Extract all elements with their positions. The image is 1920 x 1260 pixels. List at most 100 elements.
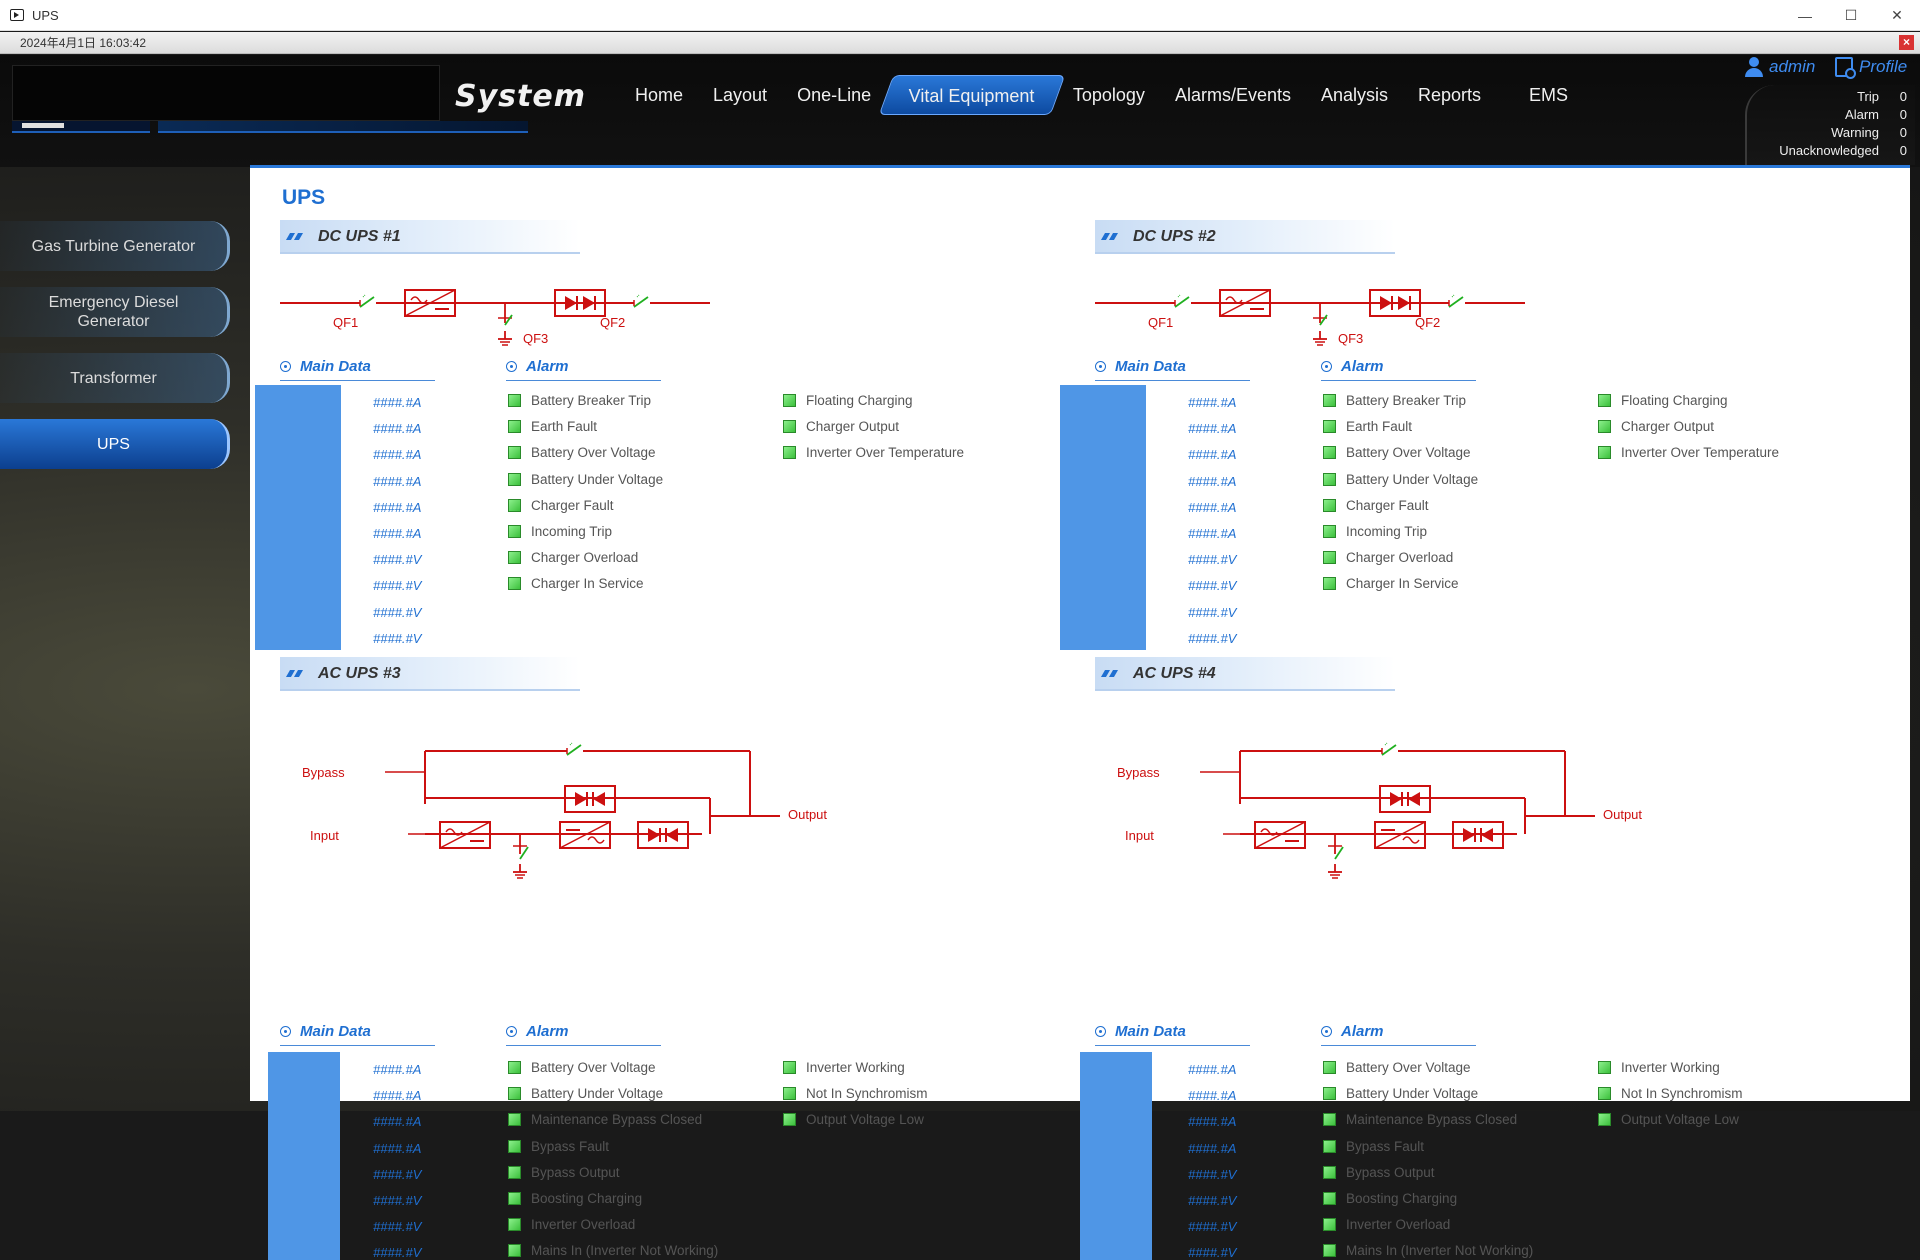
section-marker-icon xyxy=(1103,670,1117,677)
alarm-item: Battery Over Voltage xyxy=(1323,1060,1471,1075)
sidebar-item-gas-turbine-generator[interactable]: Gas Turbine Generator xyxy=(0,221,230,271)
logo-underline xyxy=(12,121,150,133)
status-led-icon xyxy=(1598,394,1611,407)
main-data-value: ####.#A xyxy=(1188,1114,1236,1129)
alarm-label: Inverter Overload xyxy=(1346,1217,1450,1232)
status-led-icon xyxy=(1323,1166,1336,1179)
status-led-icon xyxy=(508,420,521,433)
alarm-label: Inverter Working xyxy=(1621,1060,1720,1075)
dc-ups-single-line-diagram xyxy=(1095,263,1535,353)
ac-ups-single-line-diagram xyxy=(280,694,840,884)
nav-analysis[interactable]: Analysis xyxy=(1306,75,1403,115)
main-data-value: ####.#A xyxy=(373,1141,421,1156)
alarm-label: Charger In Service xyxy=(531,576,644,591)
radio-dot-icon xyxy=(1095,361,1106,372)
app-close-icon[interactable]: × xyxy=(1899,35,1914,50)
maximize-button[interactable]: ☐ xyxy=(1828,0,1874,31)
nav-vital-equipment[interactable]: Vital Equipment xyxy=(879,75,1065,115)
status-led-icon xyxy=(1323,1061,1336,1074)
status-label: Warning xyxy=(1831,125,1879,140)
alarm-label: Earth Fault xyxy=(1346,419,1412,434)
status-led-icon xyxy=(783,1061,796,1074)
section-marker-icon xyxy=(288,670,302,677)
radio-dot-icon xyxy=(280,1026,291,1037)
status-led-icon xyxy=(1323,1140,1336,1153)
minimize-button[interactable]: — xyxy=(1782,0,1828,31)
alarm-item: Battery Under Voltage xyxy=(508,1086,663,1101)
alarm-item: Battery Under Voltage xyxy=(508,472,663,487)
alarm-item: Output Voltage Low xyxy=(783,1112,924,1127)
alarm-label: Not In Synchromism xyxy=(806,1086,928,1101)
nav-alarms-events[interactable]: Alarms/Events xyxy=(1160,75,1306,115)
status-led-icon xyxy=(1323,446,1336,459)
status-led-icon xyxy=(1323,1192,1336,1205)
alarm-label: Charger Overload xyxy=(1346,550,1453,565)
alarm-label: Bypass Output xyxy=(531,1165,620,1180)
alarm-item: Boosting Charging xyxy=(508,1191,642,1206)
alarm-header: Alarm xyxy=(1321,355,1476,381)
alarm-item: Battery Over Voltage xyxy=(508,445,656,460)
alarm-label: Output Voltage Low xyxy=(1621,1112,1739,1127)
diagram-label-qf3: QF3 xyxy=(523,331,548,346)
alarm-item: Inverter Working xyxy=(1598,1060,1720,1075)
main-data-value: ####.#V xyxy=(1188,631,1236,646)
alarm-item: Charger In Service xyxy=(1323,576,1459,591)
status-led-icon xyxy=(508,1166,521,1179)
status-led-icon xyxy=(783,420,796,433)
profile-button[interactable]: Profile xyxy=(1835,57,1907,77)
status-led-icon xyxy=(508,1244,521,1257)
nav-reports[interactable]: Reports xyxy=(1403,75,1496,115)
nav-one-line[interactable]: One-Line xyxy=(782,75,886,115)
status-alarm: Alarm0 xyxy=(1747,107,1915,125)
alarm-label: Battery Over Voltage xyxy=(1346,445,1471,460)
main-data-block xyxy=(1080,1052,1152,1260)
alarm-label: Charger Overload xyxy=(531,550,638,565)
main-data-block xyxy=(1060,385,1146,650)
radio-dot-icon xyxy=(1095,1026,1106,1037)
alarm-label: Charger Output xyxy=(806,419,899,434)
alarm-item: Inverter Working xyxy=(783,1060,905,1075)
status-led-icon xyxy=(508,446,521,459)
alarm-item: Mains In (Inverter Not Working) xyxy=(1323,1243,1533,1258)
status-trip: Trip0 xyxy=(1747,89,1915,107)
status-led-icon xyxy=(1598,420,1611,433)
status-led-icon xyxy=(1323,420,1336,433)
nav-layout[interactable]: Layout xyxy=(698,75,782,115)
user-menu[interactable]: admin xyxy=(1745,57,1815,77)
status-led-icon xyxy=(508,1061,521,1074)
sidebar-item-transformer[interactable]: Transformer xyxy=(0,353,230,403)
alarm-label: Battery Under Voltage xyxy=(1346,472,1478,487)
status-led-icon xyxy=(783,1113,796,1126)
section-header-ac3: AC UPS #3 xyxy=(280,657,580,691)
main-data-title: Main Data xyxy=(1115,358,1186,375)
alarm-item: Battery Over Voltage xyxy=(1323,445,1471,460)
alarm-label: Battery Over Voltage xyxy=(1346,1060,1471,1075)
diagram-label-output: Output xyxy=(788,807,827,822)
alarm-item: Earth Fault xyxy=(508,419,597,434)
nav-topology[interactable]: Topology xyxy=(1058,75,1160,115)
alarm-label: Inverter Overload xyxy=(531,1217,635,1232)
alarm-item: Bypass Output xyxy=(508,1165,620,1180)
alarm-label: Bypass Fault xyxy=(1346,1139,1424,1154)
alarm-label: Maintenance Bypass Closed xyxy=(531,1112,702,1127)
main-data-value: ####.#V xyxy=(373,605,421,620)
status-led-icon xyxy=(1598,1061,1611,1074)
alarm-item: Bypass Fault xyxy=(1323,1139,1424,1154)
nav-ems[interactable]: EMS xyxy=(1514,75,1583,115)
status-led-icon xyxy=(508,1218,521,1231)
app-icon xyxy=(10,9,24,21)
user-name: admin xyxy=(1769,57,1815,77)
main-nav: Home Layout One-Line Vital Equipment Top… xyxy=(620,73,1583,117)
section-header-ac4: AC UPS #4 xyxy=(1095,657,1395,691)
main-data-value: ####.#V xyxy=(373,578,421,593)
section-title: AC UPS #3 xyxy=(318,665,401,683)
sidebar-item-ups[interactable]: UPS xyxy=(0,419,230,469)
close-button[interactable]: ✕ xyxy=(1874,0,1920,31)
main-data-value: ####.#A xyxy=(373,526,421,541)
main-data-header: Main Data xyxy=(1095,1020,1250,1046)
sidebar-item-emergency-diesel-generator[interactable]: Emergency Diesel Generator xyxy=(0,287,230,337)
main-data-value: ####.#V xyxy=(1188,552,1236,567)
nav-home[interactable]: Home xyxy=(620,75,698,115)
radio-dot-icon xyxy=(506,361,517,372)
diagram-label-qf2: QF2 xyxy=(1415,315,1440,330)
